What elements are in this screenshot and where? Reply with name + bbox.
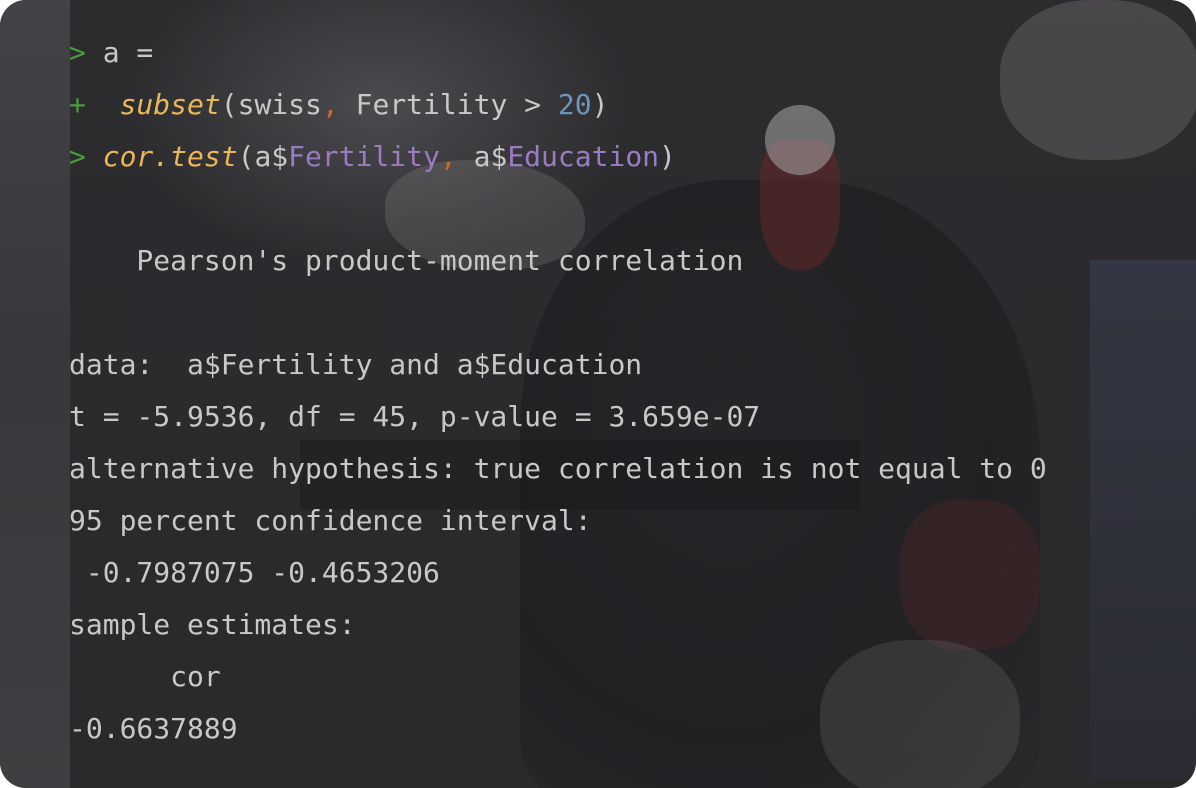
field-ref: Education <box>507 140 660 173</box>
paren-open: ( <box>220 88 238 121</box>
prompt-symbol: > <box>69 140 86 173</box>
output-stats-line: t = -5.9536, df = 45, p-value = 3.659e-0… <box>69 400 761 433</box>
output-data-line: data: a$Fertility and a$Education <box>69 348 643 381</box>
function-name: cor.test <box>102 140 238 173</box>
input-code: a = <box>102 36 154 69</box>
output-method: Pearson's product-moment correlation <box>69 244 744 277</box>
comma: , <box>439 140 457 173</box>
console-input-line: > cor.test(a$Fertility, a$Education) <box>69 137 676 177</box>
paren-close: ) <box>659 140 676 173</box>
output-ci-label: 95 percent confidence interval: <box>69 504 592 537</box>
prompt-symbol: > <box>69 36 86 69</box>
console-output[interactable]: > a = + subset(swiss, Fertility > 20) > … <box>0 0 1196 788</box>
continuation-symbol: + <box>69 88 86 121</box>
field-ref: Fertility <box>288 140 440 173</box>
object-ref: a$ <box>456 140 508 173</box>
function-name: subset <box>119 88 221 121</box>
output-estimate-name: cor <box>69 660 221 693</box>
console-continuation-line: + subset(swiss, Fertility > 20) <box>69 85 608 125</box>
argument: swiss <box>237 88 322 121</box>
number-literal: 20 <box>557 88 592 121</box>
output-alternative-line: alternative hypothesis: true correlation… <box>69 452 1047 485</box>
object-ref: a$ <box>254 140 289 173</box>
output-estimate-value: -0.6637889 <box>69 712 238 745</box>
console-input-line: > a = <box>69 33 153 73</box>
output-ci-values: -0.7987075 -0.4653206 <box>69 556 440 589</box>
comma: , <box>321 88 339 121</box>
condition: Fertility > <box>338 88 558 121</box>
paren-open: ( <box>237 140 255 173</box>
paren-close: ) <box>591 88 609 121</box>
output-estimates-label: sample estimates: <box>69 608 356 641</box>
r-console-window: > a = + subset(swiss, Fertility > 20) > … <box>0 0 1196 788</box>
